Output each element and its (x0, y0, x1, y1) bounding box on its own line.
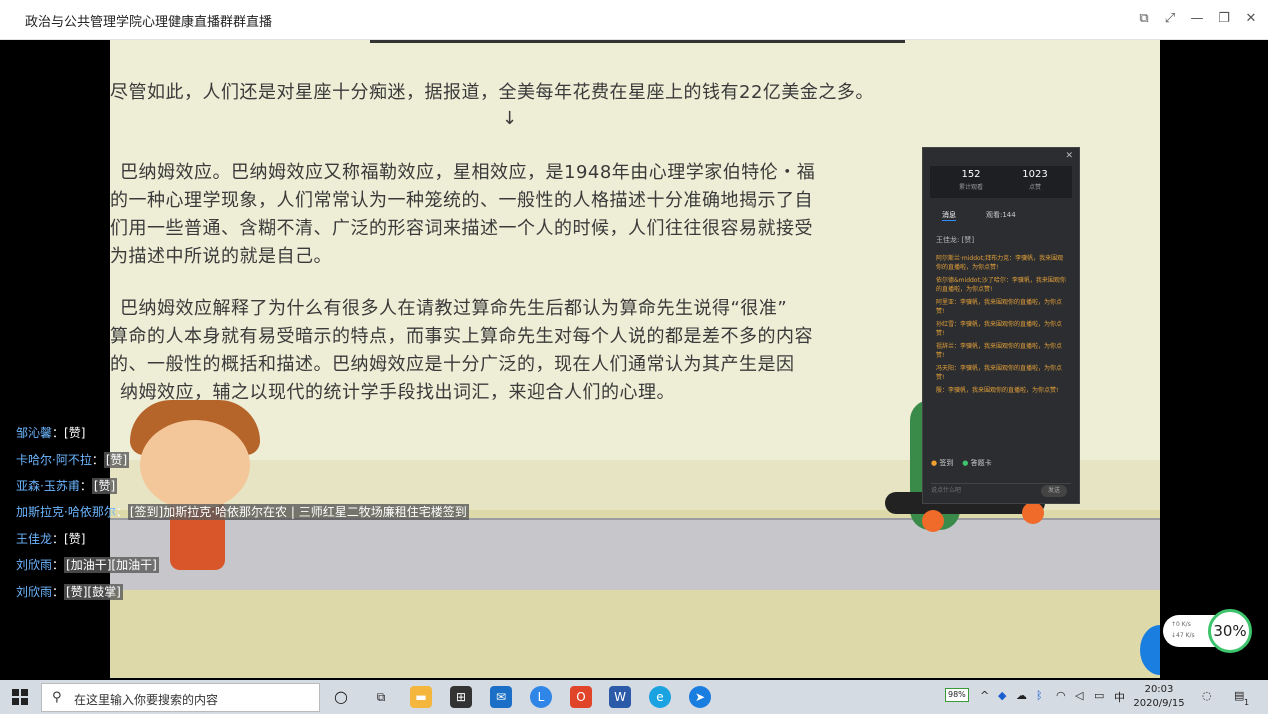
chevron-up-icon[interactable]: ^ (980, 689, 989, 702)
search-placeholder: 在这里输入你要搜索的内容 (74, 693, 219, 707)
notification-count: 1 (1244, 698, 1250, 707)
list-item: 阿里亚：李骥帆，我来围观你的直播啦，为你点赞! (936, 299, 1063, 315)
scene-wall (110, 518, 1160, 590)
mail-icon[interactable]: ✉ (490, 686, 512, 708)
live-panel: ✕ 152 累计观看 1023 点赞 消息 观看:144 王佳龙: [赞] 阿尔… (922, 147, 1080, 504)
memory-gauge[interactable]: 30% (1208, 609, 1252, 653)
word-icon[interactable]: W (609, 686, 631, 708)
download-speed: ↓47 K/s (1171, 632, 1195, 639)
popout-icon[interactable]: ⧉ (1134, 9, 1154, 29)
slide-line: 纳姆效应，辅之以现代的统计学手段找出词汇，来迎合人们的心理。 (120, 382, 675, 403)
fullscreen-icon[interactable]: ⤢ (1160, 9, 1180, 29)
cortana-icon[interactable]: ○ (330, 686, 352, 708)
slide-line: 尽管如此，人们还是对星座十分痴迷，据报道，全美每年花费在星座上的钱有22亿美金之… (110, 82, 874, 103)
answer-card-button[interactable]: 答题卡 (971, 459, 992, 467)
window-title: 政治与公共管理学院心理健康直播群群直播 (25, 15, 273, 30)
danmu-comment: 邹沁馨：[赞] (16, 426, 86, 440)
clock-date: 2020/9/15 (1133, 698, 1185, 709)
lenovo-icon[interactable]: L (530, 686, 552, 708)
windows-taskbar: ⚲ 在这里输入你要搜索的内容 ○ ⧉ ▬ ⊞ ✉ L O W e ➤ 98% ^… (0, 680, 1268, 714)
live-app-icon[interactable]: ➤ (689, 686, 711, 708)
panel-stats: 152 累计观看 1023 点赞 (930, 166, 1072, 198)
send-button[interactable]: 发送 (1040, 485, 1067, 497)
battery-icon[interactable]: ▭ (1094, 689, 1104, 702)
list-item: 依尔德&middot;沙了哈尔：李骥帆，我来围观你的直播啦，为你点赞! (936, 277, 1066, 293)
bluetooth-icon[interactable]: ᛒ (1036, 689, 1043, 702)
taskbar-search[interactable]: ⚲ 在这里输入你要搜索的内容 (41, 683, 320, 712)
slide-line: 算命的人本身就有易受暗示的特点，而事实上算命先生对每个人说的都是差不多的内容 (110, 326, 813, 347)
volume-icon[interactable]: ◁ (1075, 689, 1083, 702)
file-explorer-icon[interactable]: ▬ (410, 686, 432, 708)
danmu-comment: 刘欣雨： [加油干][加油干] (16, 557, 159, 573)
skateboard-wheel (1022, 502, 1044, 524)
window-titlebar: 政治与公共管理学院心理健康直播群群直播 ⧉ ⤢ — ❐ ✕ (0, 0, 1268, 40)
chat-bubble-icon[interactable]: ◌ (1202, 689, 1212, 702)
maximize-icon[interactable]: ❐ (1214, 9, 1234, 29)
list-item: 孙红雪：李骥帆，我来围观你的直播啦，为你点赞! (936, 321, 1063, 337)
danmu-comment: 王佳龙：[赞] (16, 532, 86, 546)
battery-indicator[interactable]: 98% (945, 688, 969, 702)
ime-indicator[interactable]: 中 (1114, 689, 1125, 705)
office-icon[interactable]: O (570, 686, 592, 708)
task-view-icon[interactable]: ⧉ (370, 686, 392, 708)
tab-viewers[interactable]: 观看:144 (986, 210, 1016, 220)
list-item: 阿尔斯兰·middot;拜布力克：李骥帆，我来围观你的直播啦，为你点赞! (936, 255, 1064, 271)
wifi-icon[interactable]: ◠ (1056, 689, 1066, 702)
checkin-icon: ● (931, 459, 938, 467)
slide-line: 为描述中所说的就是自己。 (110, 246, 332, 267)
slide-line: 的一种心理学现象，人们常常认为一种笼统的、一般性的人格描述十分准确地揭示了自 (110, 190, 813, 211)
minimize-icon[interactable]: — (1187, 9, 1207, 29)
danmu-comment: 亚森·玉苏甫： [赞] (16, 478, 118, 494)
panel-chat-input[interactable]: 说点什么吧 发送 (931, 483, 1071, 498)
chat-input-placeholder: 说点什么吧 (931, 487, 962, 494)
list-item: 祖辞兰：李骥帆，我来围观你的直播啦，为你点赞! (936, 343, 1063, 359)
danmu-comment: 卡哈尔·阿不拉： [赞] (16, 452, 130, 468)
panel-close-icon[interactable]: ✕ (1065, 151, 1073, 161)
store-icon[interactable]: ⊞ (450, 686, 472, 708)
close-icon[interactable]: ✕ (1241, 9, 1261, 29)
search-icon: ⚲ (52, 690, 62, 705)
panel-system-message: 王佳龙: [赞] (936, 236, 975, 244)
clock-time: 20:03 (1144, 684, 1174, 695)
danmu-comment: 刘欣雨： [赞][鼓掌] (16, 584, 123, 600)
tab-messages[interactable]: 消息 (942, 210, 956, 221)
video-top-bar (370, 40, 905, 43)
danmu-comment: 加斯拉克·哈依那尔： [签到]加斯拉克·哈依那尔在农 | 三师红星二牧场廉租住宅楼… (16, 504, 469, 520)
stat-views: 152 累计观看 (958, 169, 983, 191)
slide-line: ↓ (502, 108, 518, 129)
checkin-button[interactable]: 签到 (939, 459, 953, 467)
panel-actions: ● 签到 ● 答题卡 (931, 458, 992, 468)
card-icon: ● (962, 459, 969, 467)
stat-likes: 1023 点赞 (1022, 169, 1048, 191)
slide-line: 们用一些普通、含糊不清、广泛的形容词来描述一个人的时候，人们往往很容易就接受 (110, 218, 813, 239)
list-item: 冯天阳：李骥帆，我来围观你的直播啦，为你点赞! (936, 365, 1063, 381)
skateboard-wheel (922, 510, 944, 532)
slide-line: 巴纳姆效应。巴纳姆效应又称福勒效应，星相效应，是1948年由心理学家伯特伦・福 (120, 162, 816, 183)
slide-line: 巴纳姆效应解释了为什么有很多人在请教过算命先生后都认为算命先生说得“很准” (120, 298, 788, 319)
browser-icon[interactable]: e (649, 686, 671, 708)
notification-icon[interactable]: ▤ (1234, 689, 1244, 702)
cartoon-girl-head (140, 420, 250, 510)
panel-message-list: 阿尔斯兰·middot;拜布力克：李骥帆，我来围观你的直播啦，为你点赞! 依尔德… (936, 254, 1068, 399)
shield-icon[interactable]: ◆ (998, 689, 1006, 702)
taskbar-clock[interactable]: 20:03 2020/9/15 (1131, 683, 1187, 711)
list-item: 殷：李骥帆，我来围观你的直播啦，为你点赞! (936, 387, 1059, 394)
slide-line: 的、一般性的概括和描述。巴纳姆效应是十分广泛的，现在人们通常认为其产生是因 (110, 354, 795, 375)
windows-start-icon[interactable] (12, 689, 28, 705)
upload-speed: ↑0 K/s (1171, 621, 1191, 628)
cloud-icon[interactable]: ☁ (1016, 689, 1027, 702)
panel-tabs: 消息 观看:144 (930, 208, 1072, 224)
